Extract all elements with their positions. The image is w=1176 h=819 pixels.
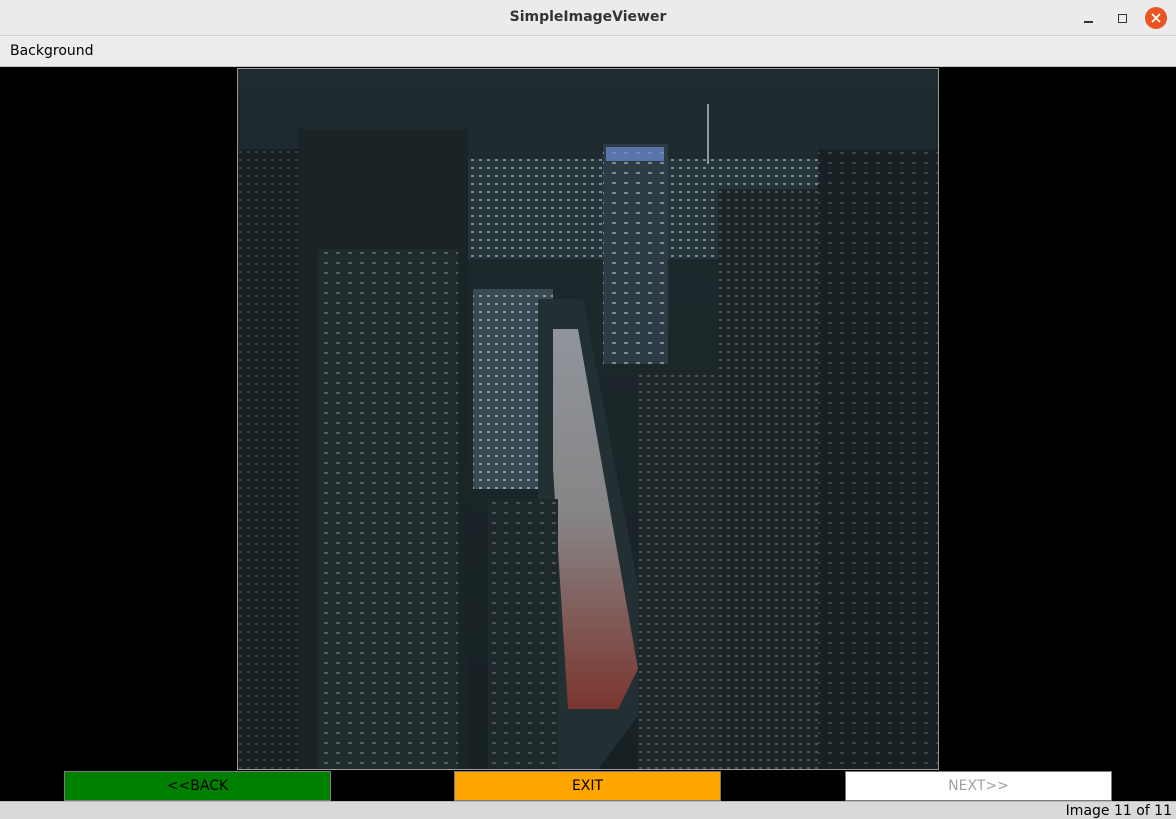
window-title: SimpleImageViewer bbox=[509, 9, 667, 25]
close-icon bbox=[1151, 13, 1161, 23]
next-button[interactable]: NEXT>> bbox=[845, 771, 1112, 801]
maximize-button[interactable] bbox=[1111, 7, 1133, 29]
close-button[interactable] bbox=[1145, 7, 1167, 29]
exit-button[interactable]: EXIT bbox=[454, 771, 721, 801]
menu-background[interactable]: Background bbox=[10, 43, 94, 59]
title-bar[interactable]: SimpleImageViewer bbox=[0, 0, 1176, 36]
image-display bbox=[237, 68, 939, 770]
app-window: SimpleImageViewer Background <<BACK EXIT… bbox=[0, 0, 1176, 819]
maximize-icon bbox=[1117, 13, 1127, 23]
menu-bar: Background bbox=[0, 36, 1176, 67]
minimize-icon bbox=[1083, 21, 1093, 23]
city-night-image bbox=[238, 69, 938, 769]
image-counter: Image 11 of 11 bbox=[1065, 803, 1172, 819]
status-bar: Image 11 of 11 bbox=[0, 801, 1176, 819]
back-button[interactable]: <<BACK bbox=[64, 771, 331, 801]
minimize-button[interactable] bbox=[1077, 7, 1099, 29]
